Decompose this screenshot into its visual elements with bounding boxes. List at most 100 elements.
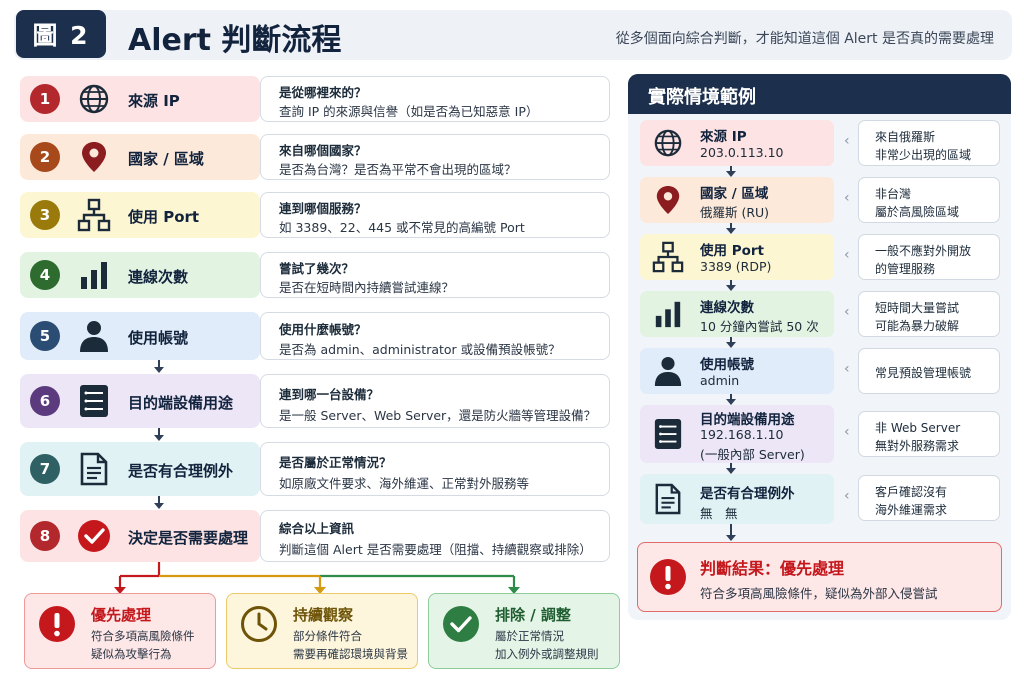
- flow-arrow: [726, 524, 736, 541]
- example-item-value-note: (一般內部 Server): [700, 447, 805, 462]
- outcome-line: 加入例外或調整規則: [495, 647, 599, 661]
- step-number: 7: [30, 454, 60, 484]
- outcome-title: 排除 / 調整: [495, 606, 571, 624]
- example-account: 使用帳號 admin: [640, 348, 834, 394]
- step-number: 8: [30, 521, 60, 551]
- result-box: 判斷結果：優先處理 符合多項高風險條件，疑似為外部入侵嘗試: [637, 542, 1002, 612]
- chevron-left-icon: ‹: [844, 304, 850, 320]
- step-question: 使用什麼帳號？: [279, 322, 367, 337]
- example-note: 非 Web Server 無對外服務需求: [858, 411, 1000, 457]
- step-description-box: 來自哪個國家？ 是否為台灣？是否為平常不會出現的區域？: [260, 134, 610, 180]
- step-number: 4: [30, 260, 60, 290]
- note-line: 來自俄羅斯: [875, 130, 936, 144]
- server-icon: [76, 383, 112, 419]
- note-line: 非 Web Server: [875, 421, 961, 435]
- example-item-value: 203.0.113.10: [700, 145, 784, 160]
- flow-arrow: [154, 428, 164, 441]
- step-port: 3 使用 Port 連到哪個服務？ 如 3389、22、445 或不常見的高編號…: [20, 192, 610, 238]
- step-country-region: 2 國家 / 區域 來自哪個國家？ 是否為台灣？是否為平常不會出現的區域？: [20, 134, 610, 180]
- chevron-left-icon: ‹: [844, 190, 850, 206]
- step-question: 來自哪個國家？: [279, 143, 367, 158]
- example-note: 客戶確認沒有 海外維運需求: [858, 475, 1000, 521]
- outcome-exclude: 排除 / 調整 屬於正常情況 加入例外或調整規則: [428, 593, 620, 669]
- step-title: 連線次數: [128, 268, 189, 286]
- example-item-title: 目的端設備用途: [700, 412, 795, 428]
- flow-arrow: [154, 360, 164, 373]
- step-question: 是否屬於正常情況？: [279, 455, 392, 470]
- step-title: 決定是否需要處理: [128, 529, 249, 547]
- example-port: 使用 Port 3389 (RDP): [640, 234, 834, 280]
- step-decide: 8 決定是否需要處理 綜合以上資訊 判斷這個 Alert 是否需要處理（阻擋、持…: [20, 510, 610, 562]
- figure-badge: 圖 2: [16, 10, 106, 58]
- flow-arrow: [726, 166, 736, 177]
- result-description: 符合多項高風險條件，疑似為外部入侵嘗試: [700, 586, 938, 601]
- network-icon: [650, 239, 686, 275]
- example-item-title: 使用帳號: [700, 357, 754, 373]
- note-line: 一般不應對外開放: [875, 244, 972, 258]
- outcome-priority: 優先處理 符合多項高風險條件 疑似為攻擊行為: [24, 593, 216, 669]
- example-item-value: 192.168.1.10: [700, 427, 784, 442]
- note-line: 可能為暴力破解: [875, 319, 960, 333]
- chevron-left-icon: ‹: [844, 488, 850, 504]
- note-line: 客戶確認沒有: [875, 485, 948, 499]
- globe-icon: [76, 81, 112, 117]
- step-question: 連到哪個服務？: [279, 201, 367, 216]
- note-line: 短時間大量嘗試: [875, 301, 960, 315]
- step-description-box: 是從哪裡來的？ 查詢 IP 的來源與信譽（如是否為已知惡意 IP）: [260, 76, 610, 122]
- note-line: 海外維運需求: [875, 503, 948, 517]
- note-line: 無對外服務需求: [875, 439, 960, 453]
- step-description-box: 嘗試了幾次？ 是否在短時間內持續嘗試連線？: [260, 252, 610, 298]
- step-title: 目的端設備用途: [128, 394, 234, 412]
- branch-connector: [114, 562, 520, 594]
- step-number: 3: [30, 200, 60, 230]
- example-source-ip: 來源 IP 203.0.113.10: [640, 120, 834, 166]
- note-line: 常見預設管理帳號: [875, 366, 972, 380]
- example-note: 常見預設管理帳號: [858, 348, 1000, 394]
- outcome-title: 優先處理: [91, 606, 152, 624]
- network-icon: [76, 197, 112, 233]
- check-circle-icon: [76, 518, 112, 554]
- location-pin-icon: [76, 139, 112, 175]
- flow-arrow: [726, 394, 736, 405]
- check-circle-icon: [443, 606, 479, 642]
- chevron-left-icon: ‹: [844, 247, 850, 263]
- outcome-observe: 持續觀察 部分條件符合 需要再確認環境與背景: [226, 593, 418, 669]
- step-detail: 查詢 IP 的來源與信譽（如是否為已知惡意 IP）: [279, 104, 539, 119]
- result-title: 判斷結果：優先處理: [700, 559, 845, 578]
- example-item-title: 來源 IP: [700, 129, 747, 145]
- step-number: 2: [30, 142, 60, 172]
- step-number: 1: [30, 84, 60, 114]
- example-item-value: 無 無: [700, 506, 738, 521]
- example-item-title: 連線次數: [700, 300, 754, 316]
- note-line: 的管理服務: [875, 262, 936, 276]
- bar-chart-icon: [76, 257, 112, 293]
- server-icon: [650, 416, 686, 452]
- step-title: 使用 Port: [128, 208, 200, 226]
- step-detail: 如原廠文件要求、海外維運、正常對外服務等: [279, 476, 530, 491]
- step-source-ip: 1 來源 IP 是從哪裡來的？ 查詢 IP 的來源與信譽（如是否為已知惡意 IP…: [20, 76, 610, 122]
- example-item-value: 10 分鐘內嘗試 50 次: [700, 319, 819, 334]
- outcome-line: 部分條件符合: [293, 629, 362, 643]
- example-item-value: 3389 (RDP): [700, 259, 772, 274]
- document-icon: [650, 481, 686, 517]
- note-line: 非台灣: [875, 187, 912, 201]
- step-question: 連到哪一台設備？: [279, 387, 380, 402]
- step-detail: 是一般 Server、Web Server，還是防火牆等管理設備？: [279, 408, 597, 423]
- step-detail: 如 3389、22、445 或不常見的高編號 Port: [279, 220, 525, 235]
- example-panel-title: 實際情境範例: [648, 87, 756, 108]
- example-reasonable-exception: 是否有合理例外 無 無: [640, 474, 834, 524]
- outcome-line: 需要再確認環境與背景: [293, 647, 408, 661]
- page-subtitle: 從多個面向綜合判斷，才能知道這個 Alert 是否真的需要處理: [615, 31, 994, 47]
- clock-icon: [241, 606, 277, 642]
- example-note: 短時間大量嘗試 可能為暴力破解: [858, 291, 1000, 337]
- step-title: 使用帳號: [128, 329, 189, 347]
- step-description-box: 連到哪一台設備？ 是一般 Server、Web Server，還是防火牆等管理設…: [260, 374, 610, 428]
- step-description-box: 使用什麼帳號？ 是否為 admin、administrator 或設備預設帳號？: [260, 312, 610, 360]
- step-detail: 判斷這個 Alert 是否需要處理（阻擋、持續觀察或排除）: [279, 542, 592, 557]
- step-number: 6: [30, 386, 60, 416]
- user-icon: [650, 353, 686, 389]
- bar-chart-icon: [650, 296, 686, 332]
- outcome-title: 持續觀察: [293, 606, 354, 624]
- user-icon: [76, 318, 112, 354]
- example-country-region: 國家 / 區域 俄羅斯 (RU): [640, 177, 834, 223]
